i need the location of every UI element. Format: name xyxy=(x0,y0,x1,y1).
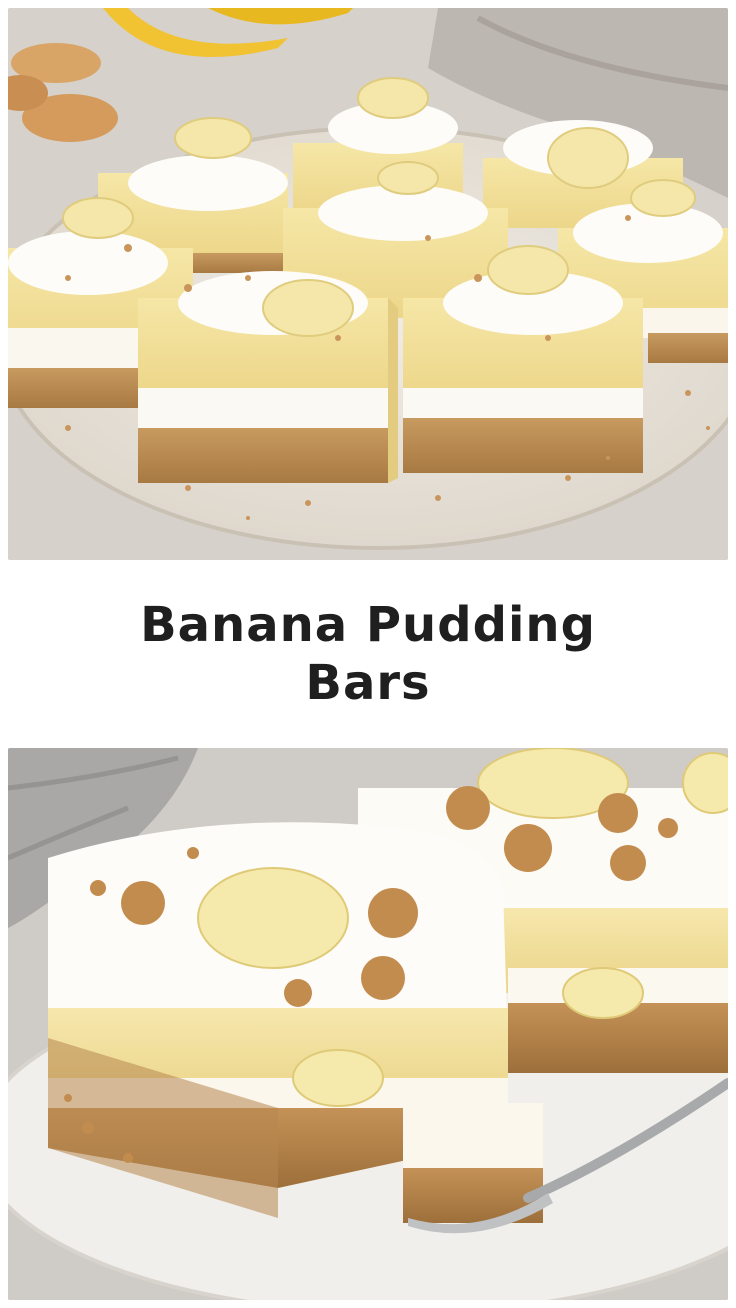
bite-on-fork xyxy=(403,1103,543,1223)
top-photo-illustration xyxy=(8,8,728,560)
title-block: Banana Pudding Bars xyxy=(0,560,736,748)
bottom-photo xyxy=(8,748,728,1300)
recipe-title: Banana Pudding Bars xyxy=(140,597,596,711)
top-photo xyxy=(8,8,728,560)
bottom-photo-illustration xyxy=(8,748,728,1300)
